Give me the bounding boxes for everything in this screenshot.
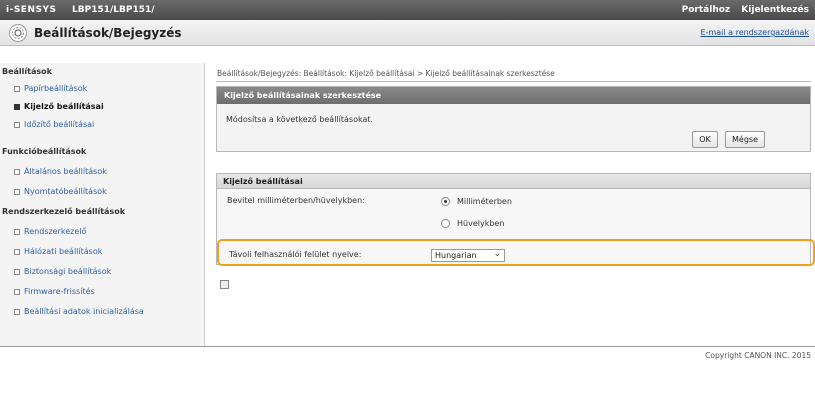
model-name: LBP151/LBP151/ [72, 5, 155, 15]
sidebar-section-settings: Beállítások [2, 67, 52, 76]
language-label: Távoli felhasználói felület nyelve: [229, 250, 362, 259]
back-to-top-icon[interactable] [220, 280, 229, 289]
bullet-icon [14, 188, 20, 195]
sidebar-item-timer-settings[interactable]: Időzítő beállításai [14, 120, 94, 129]
bullet-icon [14, 268, 20, 275]
copyright: Copyright CANON INC. 2015 [705, 351, 811, 360]
inch-radio[interactable] [441, 219, 450, 228]
bullet-icon [14, 248, 20, 255]
chevron-down-icon: ⌄ [493, 249, 501, 259]
brand-logo: i-SENSYS [6, 5, 57, 15]
bullet-icon [14, 288, 20, 295]
sidebar-item-general-settings[interactable]: Általános beállítások [14, 167, 107, 176]
bullet-icon [14, 168, 20, 175]
portal-link[interactable]: Portálhoz [682, 5, 731, 15]
edit-panel-message: Módosítsa a következő beállításokat. [226, 115, 374, 124]
top-bar: i-SENSYS LBP151/LBP151/ Portálhoz Kijele… [0, 0, 815, 20]
millimeter-label: Milliméterben [457, 197, 512, 206]
sidebar-item-network-settings[interactable]: Hálózati beállítások [14, 247, 102, 256]
language-row-highlight: Távoli felhasználói felület nyelve: Hung… [217, 239, 815, 266]
bullet-icon [14, 85, 20, 92]
ok-button[interactable]: OK [692, 131, 718, 148]
settings-panel: Kijelző beállításai Bevitel milliméterbe… [216, 173, 815, 266]
email-admin-link[interactable]: E-mail a rendszergazdának [701, 28, 809, 37]
settings-gear-icon [9, 24, 27, 42]
logout-link[interactable]: Kijelentkezés [741, 5, 809, 15]
bullet-icon [14, 103, 20, 110]
footer-divider [0, 346, 815, 347]
edit-panel: Kijelző beállításainak szerkesztése Módo… [216, 86, 811, 152]
settings-panel-title: Kijelző beállításai [217, 174, 810, 189]
sidebar-item-initialize-settings[interactable]: Beállítási adatok inicializálása [14, 307, 144, 316]
sidebar-item-firmware-update[interactable]: Firmware-frissítés [14, 287, 95, 296]
millimeter-radio[interactable] [441, 197, 450, 206]
bullet-icon [14, 121, 20, 128]
edit-panel-title: Kijelző beállításainak szerkesztése [217, 87, 810, 104]
language-select-value: Hungarian [435, 251, 477, 260]
sidebar-section-function: Funkcióbeállítások [2, 147, 87, 156]
breadcrumb-divider [216, 81, 811, 82]
sidebar-item-paper-settings[interactable]: Papírbeállítások [14, 84, 87, 93]
bullet-icon [14, 308, 20, 315]
sidebar: Beállítások Papírbeállítások Kijelző beá… [0, 63, 205, 346]
sidebar-item-display-settings[interactable]: Kijelző beállításai [14, 102, 104, 111]
inch-label: Hüvelykben [457, 219, 505, 228]
cancel-button[interactable]: Mégse [725, 131, 765, 148]
bullet-icon [14, 228, 20, 235]
breadcrumb: Beállítások/Bejegyzés: Beállítások: Kije… [217, 69, 555, 78]
sidebar-item-printer-settings[interactable]: Nyomtatóbeállítások [14, 187, 107, 196]
unit-label: Bevitel milliméterben/hüvelykben: [227, 196, 365, 205]
language-select[interactable]: Hungarian ⌄ [431, 249, 505, 262]
top-links: Portálhoz Kijelentkezés [674, 5, 809, 15]
sidebar-item-security-settings[interactable]: Biztonsági beállítások [14, 267, 111, 276]
page-title: Beállítások/Bejegyzés [34, 26, 182, 40]
sidebar-item-system-manager[interactable]: Rendszerkezelő [14, 227, 86, 236]
sidebar-section-management: Rendszerkezelő beállítások [2, 207, 126, 216]
title-bar: Beállítások/Bejegyzés E-mail a rendszerg… [0, 20, 815, 46]
